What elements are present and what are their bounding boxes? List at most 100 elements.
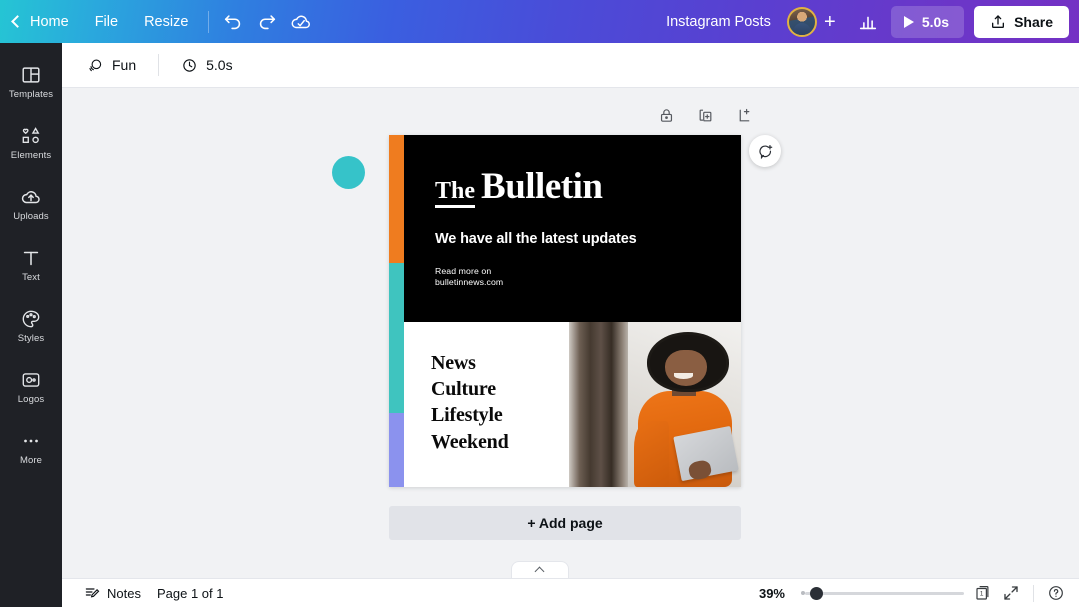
brand-lockup[interactable]: The Bulletin	[435, 166, 711, 209]
add-page-icon[interactable]	[736, 107, 753, 124]
top-bar-right-group: Instagram Posts + 5.0s Share	[656, 0, 1079, 43]
zoom-slider-track	[805, 591, 964, 595]
add-comment-button[interactable]	[749, 135, 781, 167]
resize-button[interactable]: Resize	[131, 7, 201, 37]
help-icon[interactable]	[1047, 584, 1065, 602]
read-more-line-2: bulletinnews.com	[435, 277, 504, 288]
cloud-saved-button[interactable]	[284, 7, 318, 37]
document-title[interactable]: Instagram Posts	[656, 7, 781, 37]
file-menu-button[interactable]: File	[82, 7, 131, 37]
share-button[interactable]: Share	[974, 5, 1069, 38]
bottom-bar: Notes Page 1 of 1 39% 1	[62, 578, 1079, 607]
sidebar-item-label: Elements	[10, 150, 52, 162]
top-bar: Home File Resize Instagram Posts + 5.0s …	[0, 0, 1079, 43]
sidebar-item-elements[interactable]: Elements	[2, 114, 60, 172]
design-photo[interactable]	[569, 321, 741, 487]
text-icon	[23, 251, 39, 266]
sidebar-item-text[interactable]: Text	[2, 236, 60, 294]
stripe-blue	[389, 413, 404, 487]
duration-button[interactable]: 5.0s	[170, 49, 243, 81]
color-stripe	[389, 135, 404, 487]
svg-text:1: 1	[980, 591, 984, 598]
category-item: Weekend	[431, 430, 509, 453]
zoom-slider-knob[interactable]	[810, 586, 823, 600]
logos-icon	[22, 373, 40, 387]
toolbar-divider	[208, 10, 210, 33]
top-bar-left-group: Home File Resize	[0, 0, 318, 43]
bottom-bar-divider	[1033, 584, 1034, 602]
page-toolbar	[658, 107, 753, 124]
stripe-orange	[389, 135, 404, 264]
animation-button[interactable]: Fun	[76, 49, 147, 81]
sidebar-item-logos[interactable]: Logos	[2, 358, 60, 416]
file-label: File	[94, 13, 119, 30]
clock-icon	[183, 58, 196, 72]
design-body: The Bulletin We have all the latest upda…	[404, 135, 741, 487]
photo-wall	[569, 321, 628, 487]
home-button[interactable]: Home	[0, 7, 82, 37]
subbar-divider	[158, 54, 160, 76]
category-item: News	[431, 351, 476, 374]
sidebar-item-label: Uploads	[13, 211, 49, 223]
sidebar-item-uploads[interactable]: Uploads	[2, 175, 60, 233]
cloud-saved-icon	[291, 15, 311, 28]
share-upload-icon	[992, 14, 1005, 28]
add-page-button[interactable]: + Add page	[389, 506, 741, 540]
animation-label: Fun	[112, 57, 137, 73]
analytics-button[interactable]	[851, 7, 885, 37]
teal-circle-element[interactable]	[332, 156, 365, 189]
brand-the: The	[435, 178, 476, 209]
photo-face	[665, 349, 707, 387]
chevron-left-icon	[11, 15, 24, 28]
uploads-cloud-icon	[21, 191, 40, 204]
add-collaborator-button[interactable]: +	[817, 7, 843, 37]
sidebar-item-label: Templates	[8, 89, 54, 101]
design-headline[interactable]: We have all the latest updates	[435, 230, 711, 249]
expand-icon[interactable]	[1002, 584, 1020, 602]
present-button[interactable]: 5.0s	[890, 5, 965, 38]
sidebar-item-templates[interactable]: Templates	[2, 53, 60, 111]
sidebar-item-more[interactable]: More	[2, 419, 60, 477]
secondary-toolbar: Fun 5.0s	[62, 43, 1079, 88]
zoom-level-label: 39%	[758, 585, 785, 601]
design-footer-block: News Culture Lifestyle Weekend	[404, 321, 741, 487]
undo-icon	[225, 14, 241, 29]
chevron-up-icon	[534, 566, 545, 577]
collapse-panel-handle[interactable]	[510, 561, 569, 578]
redo-button[interactable]	[250, 7, 284, 37]
canvas-area[interactable]: The Bulletin We have all the latest upda…	[62, 88, 1079, 607]
styles-palette-icon	[22, 310, 40, 328]
zoom-slider[interactable]	[801, 585, 964, 601]
design-read-more[interactable]: Read more on bulletinnews.com	[435, 266, 711, 289]
more-dots-icon	[24, 439, 38, 443]
lock-page-icon[interactable]	[658, 107, 675, 124]
notes-button[interactable]: Notes	[76, 581, 149, 605]
resize-label: Resize	[144, 13, 189, 30]
redo-icon	[260, 14, 276, 29]
page-indicator: Page 1 of 1	[156, 585, 224, 601]
stripe-teal	[389, 263, 404, 414]
duplicate-page-icon[interactable]	[697, 107, 714, 124]
category-item: Lifestyle	[431, 404, 503, 427]
undo-button[interactable]	[216, 7, 250, 37]
page-1-icon[interactable]: 1	[974, 584, 992, 602]
share-label: Share	[1014, 13, 1053, 30]
animation-icon	[89, 59, 102, 71]
design-page[interactable]: The Bulletin We have all the latest upda…	[389, 135, 741, 487]
play-duration-label: 5.0s	[921, 13, 950, 30]
sidebar-item-styles[interactable]: Styles	[2, 297, 60, 355]
bottom-bar-right-group: 39% 1	[759, 584, 1065, 602]
brand-name: Bulletin	[481, 166, 603, 207]
bar-chart-icon	[859, 16, 876, 29]
canva-editor-window: Home File Resize Instagram Posts + 5.0s …	[0, 0, 1079, 607]
play-icon	[903, 15, 914, 28]
elements-icon	[22, 127, 40, 144]
sidebar-item-label: Logos	[17, 394, 45, 406]
sidebar-item-label: Text	[22, 272, 40, 284]
templates-icon	[22, 67, 40, 83]
design-category-list[interactable]: News Culture Lifestyle Weekend	[404, 322, 569, 487]
left-sidebar: Templates Elements Uploads Text Styles L…	[0, 43, 62, 607]
design-header-block: The Bulletin We have all the latest upda…	[404, 135, 741, 322]
category-item: Culture	[431, 377, 496, 400]
avatar[interactable]	[786, 6, 817, 37]
